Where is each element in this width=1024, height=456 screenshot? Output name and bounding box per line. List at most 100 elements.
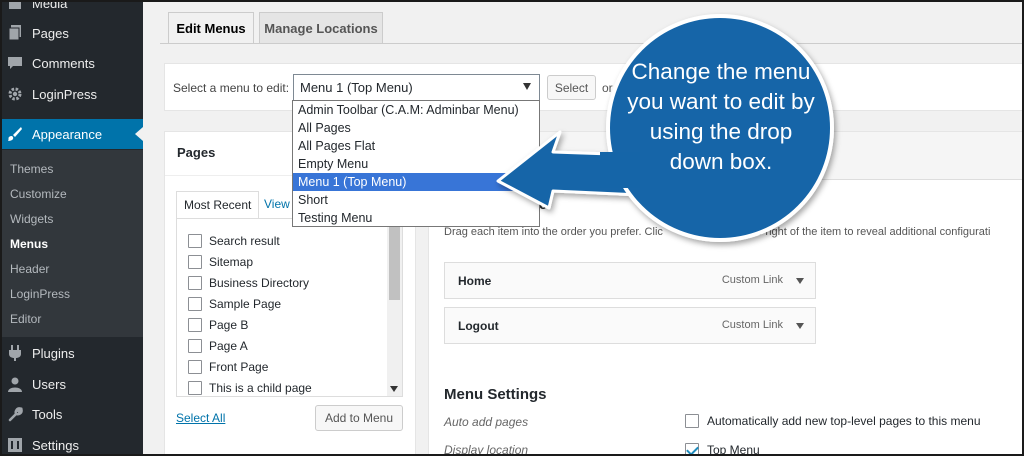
top-menu-location-option[interactable]: Top Menu: [685, 443, 760, 456]
list-item[interactable]: Business Directory: [188, 275, 309, 291]
page-label: Page A: [209, 339, 248, 353]
add-to-menu-button[interactable]: Add to Menu: [315, 405, 403, 431]
sidebar-item-label: Appearance: [32, 126, 103, 142]
scrollbar-thumb[interactable]: [389, 222, 400, 300]
list-item[interactable]: This is a child page: [188, 380, 312, 396]
dropdown-option[interactable]: Empty Menu: [293, 155, 539, 173]
expand-arrow-icon[interactable]: [796, 278, 804, 284]
sidebar-item-media[interactable]: Media: [0, 0, 143, 18]
admin-sidebar: Media Pages Comments LoginPress Appearan…: [0, 0, 143, 456]
menu-select-value: Menu 1 (Top Menu): [300, 80, 413, 95]
submenu-item-menus[interactable]: Menus: [10, 237, 48, 251]
auto-add-text: Automatically add new top-level pages to…: [707, 414, 981, 428]
tabs-divider: [160, 43, 1024, 44]
pages-icon: [6, 24, 24, 42]
menu-item-logout[interactable]: Logout Custom Link: [444, 307, 816, 344]
select-button[interactable]: Select: [547, 75, 596, 100]
sidebar-item-label: Media: [32, 0, 68, 11]
page-label: Sitemap: [209, 255, 254, 269]
submenu-item-loginpress[interactable]: LoginPress: [10, 287, 70, 301]
sidebar-item-label: Tools: [32, 406, 63, 422]
dropdown-option[interactable]: Admin Toolbar (C.A.M: Adminbar Menu): [293, 101, 539, 119]
pages-scrollbar[interactable]: [387, 219, 402, 396]
list-item[interactable]: Front Page: [188, 359, 268, 375]
top-menu-checkbox[interactable]: [685, 443, 699, 456]
menu-settings-title: Menu Settings: [444, 386, 547, 403]
select-all-link[interactable]: Select All: [176, 411, 225, 425]
auto-add-pages-option[interactable]: Automatically add new top-level pages to…: [685, 414, 981, 428]
page-checkbox[interactable]: [188, 297, 202, 311]
instructions-right: n the right of the item to reveal additi…: [737, 226, 991, 238]
menu-item-type: Custom Link: [721, 319, 783, 331]
wrench-icon: [6, 405, 24, 423]
submenu-item-customize[interactable]: Customize: [10, 187, 67, 201]
dropdown-option-selected[interactable]: Menu 1 (Top Menu): [293, 173, 539, 191]
user-icon: [6, 375, 24, 393]
sidebar-item-tools[interactable]: Tools: [0, 399, 143, 429]
settings-icon: [6, 436, 24, 454]
select-menu-label: Select a menu to edit:: [173, 81, 290, 95]
page-label: Business Directory: [209, 276, 310, 290]
tab-manage-locations[interactable]: Manage Locations: [259, 12, 383, 43]
menu-select-dropdown[interactable]: Menu 1 (Top Menu): [293, 74, 540, 101]
submenu-item-widgets[interactable]: Widgets: [10, 212, 53, 226]
sidebar-item-pages[interactable]: Pages: [0, 18, 143, 48]
tab-edit-menus[interactable]: Edit Menus: [168, 12, 254, 44]
menu-structure-title: e: [539, 196, 547, 212]
pages-panel-title[interactable]: Pages: [177, 145, 215, 160]
auto-add-checkbox[interactable]: [685, 414, 699, 428]
menu-item-type: Custom Link: [721, 274, 783, 286]
display-location-label: Display location: [444, 443, 529, 456]
sidebar-item-label: Users: [32, 376, 66, 392]
top-menu-text: Top Menu: [707, 443, 760, 456]
tab-most-recent[interactable]: Most Recent: [176, 191, 260, 219]
page-label: Page B: [209, 318, 249, 332]
page-checkbox[interactable]: [188, 339, 202, 353]
sidebar-item-label: LoginPress: [32, 86, 98, 102]
page-checkbox[interactable]: [188, 276, 202, 290]
sidebar-item-label: Plugins: [32, 345, 75, 361]
drag-instructions: Drag each item into the order you prefer…: [444, 226, 990, 238]
sidebar-item-label: Comments: [32, 55, 95, 71]
dropdown-option[interactable]: Testing Menu: [293, 209, 539, 227]
dropdown-option[interactable]: All Pages Flat: [293, 137, 539, 155]
expand-arrow-icon[interactable]: [796, 323, 804, 329]
menu-dropdown-list: Admin Toolbar (C.A.M: Adminbar Menu) All…: [292, 100, 540, 227]
sidebar-item-appearance[interactable]: Appearance: [0, 119, 143, 149]
page-label: This is a child page: [209, 381, 312, 395]
list-item[interactable]: Sitemap: [188, 254, 253, 270]
or-text: or: [602, 81, 613, 95]
submenu-item-themes[interactable]: Themes: [10, 162, 53, 176]
list-item[interactable]: Page A: [188, 338, 248, 354]
page-checkbox[interactable]: [188, 234, 202, 248]
sidebar-item-label: Settings: [32, 437, 79, 453]
plugin-icon: [6, 344, 24, 362]
sidebar-item-settings[interactable]: Settings: [0, 430, 143, 456]
menu-item-title: Logout: [458, 319, 499, 333]
appearance-submenu: Themes Customize Widgets Menus Header Lo…: [0, 150, 143, 337]
sidebar-item-plugins[interactable]: Plugins: [0, 338, 143, 368]
tab-view-all[interactable]: View: [257, 191, 297, 219]
submenu-item-editor[interactable]: Editor: [10, 312, 41, 326]
scroll-down-arrow-icon[interactable]: [390, 386, 398, 392]
page-checkbox[interactable]: [188, 381, 202, 395]
page-checkbox[interactable]: [188, 255, 202, 269]
sidebar-item-loginpress[interactable]: LoginPress: [0, 79, 143, 109]
page-checkbox[interactable]: [188, 318, 202, 332]
dropdown-option[interactable]: All Pages: [293, 119, 539, 137]
list-item[interactable]: Page B: [188, 317, 248, 333]
page-checkbox[interactable]: [188, 360, 202, 374]
list-item[interactable]: Sample Page: [188, 296, 281, 312]
submenu-item-header[interactable]: Header: [10, 262, 49, 276]
menu-item-home[interactable]: Home Custom Link: [444, 262, 816, 299]
list-item[interactable]: Search result: [188, 233, 280, 249]
auto-add-pages-label: Auto add pages: [444, 415, 529, 429]
sidebar-item-comments[interactable]: Comments: [0, 48, 143, 78]
sidebar-item-users[interactable]: Users: [0, 369, 143, 399]
paintbrush-icon: [6, 125, 24, 143]
instructions-left: Drag each item into the order you prefer…: [444, 226, 663, 238]
dropdown-option[interactable]: Short: [293, 191, 539, 209]
pages-checklist: Search result Sitemap Business Directory…: [176, 218, 403, 397]
menu-item-title: Home: [458, 274, 492, 288]
page-label: Sample Page: [209, 297, 282, 311]
